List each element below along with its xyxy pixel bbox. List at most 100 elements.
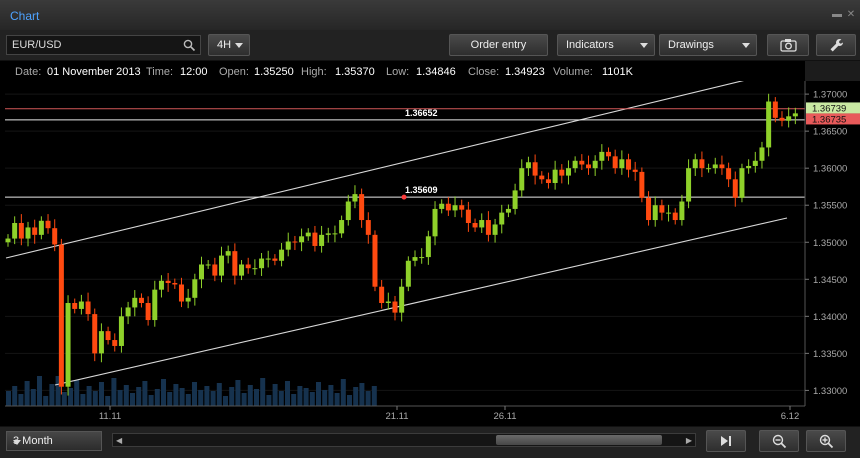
volume-bar <box>272 384 278 406</box>
volume-bar <box>18 394 24 406</box>
candle-body <box>32 227 38 235</box>
candle-body <box>272 258 278 261</box>
volume-bar <box>99 382 104 406</box>
candle-body <box>779 117 785 121</box>
close-icon[interactable]: ✕ <box>846 10 856 20</box>
candle-body <box>539 175 545 180</box>
candle-body <box>565 168 571 176</box>
volume-bar <box>49 384 55 406</box>
candle-body <box>439 203 445 209</box>
candle-body <box>432 208 438 237</box>
y-tick-label: 1.33000 <box>813 386 847 397</box>
candle-body <box>252 268 258 270</box>
channel-lower-line[interactable] <box>54 217 788 386</box>
screenshot-button[interactable] <box>767 34 809 56</box>
y-tick-label: 1.34000 <box>813 312 847 323</box>
date-label: Date: <box>15 66 42 78</box>
zoom-in-button[interactable] <box>806 430 846 452</box>
settings-button[interactable] <box>816 34 856 56</box>
indicators-dropdown[interactable]: Indicators <box>557 34 655 56</box>
restore-icon[interactable]: ▬ <box>832 10 842 20</box>
candle-body <box>512 190 518 209</box>
time-label: Time: <box>146 66 174 78</box>
volume-bar <box>111 378 117 406</box>
volume-bar <box>30 389 36 406</box>
volume-bar <box>235 380 241 406</box>
volume-bar <box>340 379 346 406</box>
candle-body <box>305 232 311 237</box>
candle-body <box>239 264 245 276</box>
candle-body <box>746 165 752 169</box>
candle-body <box>452 205 458 211</box>
candle-body <box>425 236 431 258</box>
volume-bar <box>303 388 309 406</box>
line-anchor-point[interactable] <box>401 194 407 200</box>
ask-price-label: 1.36735 <box>812 114 846 125</box>
y-tick-label: 1.34500 <box>813 275 847 286</box>
zoom-out-button[interactable] <box>759 430 799 452</box>
candle-body <box>552 169 558 183</box>
volume-bar <box>266 395 272 406</box>
volume-bar <box>185 394 191 406</box>
candle-body <box>65 303 71 387</box>
candle-body <box>192 279 198 298</box>
candle-body <box>5 238 11 243</box>
timeframe-dropdown[interactable]: 4H <box>208 34 250 56</box>
volume-bar <box>123 385 129 406</box>
volume-bar <box>353 387 359 406</box>
zoom-out-icon <box>772 434 786 449</box>
candle-body <box>118 316 124 346</box>
y-tick-label: 1.35000 <box>813 238 847 249</box>
channel-upper-line[interactable] <box>5 81 750 259</box>
candle-body <box>359 194 365 221</box>
candle-body <box>592 160 598 169</box>
price-chart[interactable]: 1.36652 1.35609 1.37000 1.36500 1.36000 1.35… <box>0 81 860 426</box>
volume-bar <box>216 383 222 406</box>
symbol-search-input[interactable]: EUR/USD <box>6 35 201 55</box>
candle-body <box>792 113 798 117</box>
candle-body <box>679 201 685 221</box>
candlestick-chart[interactable]: 1.36652 1.35609 1.37000 1.36500 1.36000 1.35… <box>0 81 860 426</box>
range-dropdown[interactable]: 3 Month <box>6 431 102 451</box>
scroll-right-icon[interactable]: ▶ <box>686 436 692 445</box>
volume-bar <box>285 381 290 406</box>
volume-bar <box>61 392 67 406</box>
chart-scrollbar[interactable]: ◀ ▶ <box>112 433 696 447</box>
candle-body <box>319 234 325 246</box>
candle-body <box>299 236 305 243</box>
candle-body <box>98 331 104 354</box>
candle-body <box>652 205 658 221</box>
order-entry-button[interactable]: Order entry <box>449 34 548 56</box>
scroll-left-icon[interactable]: ◀ <box>116 436 122 445</box>
candle-body <box>752 160 758 166</box>
candle-body <box>399 286 405 313</box>
y-tick-label: 1.33500 <box>813 349 847 360</box>
candle-body <box>205 264 211 266</box>
candle-body <box>58 244 64 387</box>
volume-bar <box>247 385 253 406</box>
zoom-in-icon <box>819 434 833 449</box>
volume-bar <box>6 391 11 406</box>
candle-body <box>339 220 345 234</box>
volume-bar <box>68 388 73 406</box>
volume-bar <box>105 396 111 406</box>
candle-body <box>732 179 738 198</box>
scrollbar-thumb[interactable] <box>496 435 662 445</box>
candle-body <box>626 159 632 170</box>
volume-bar <box>322 390 328 406</box>
candle-body <box>472 223 478 228</box>
timeframe-value: 4H <box>217 39 232 51</box>
volume-bar <box>117 390 123 406</box>
horizontal-line-label: 1.36652 <box>405 108 438 118</box>
search-icon[interactable] <box>183 39 196 52</box>
volume-bar <box>136 387 142 406</box>
volume-bar <box>130 393 135 406</box>
candle-body <box>18 223 24 239</box>
drawings-dropdown[interactable]: Drawings <box>659 34 757 56</box>
x-tick-label: 26.11 <box>493 411 516 422</box>
symbol-value: EUR/USD <box>12 39 62 51</box>
volume-bar <box>371 386 377 406</box>
volume-bar <box>43 396 49 406</box>
candle-body <box>719 164 725 169</box>
scroll-to-end-button[interactable] <box>706 430 746 452</box>
